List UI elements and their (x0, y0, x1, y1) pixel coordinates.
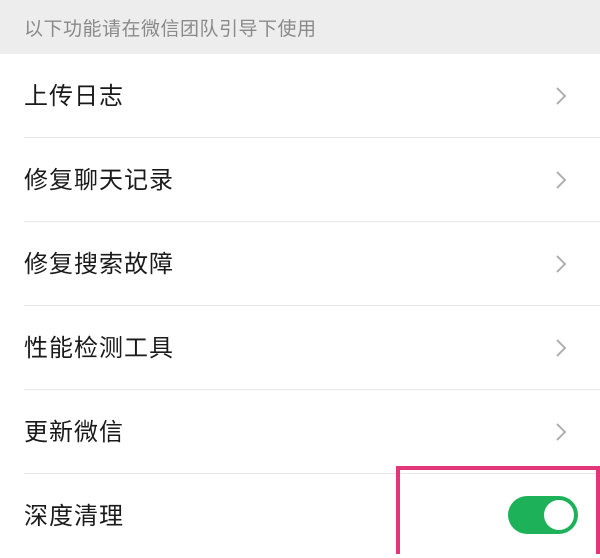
chevron-right-icon (556, 339, 567, 357)
chevron-right-icon (556, 87, 567, 105)
performance-tool-label: 性能检测工具 (24, 334, 174, 362)
chevron-right-icon (556, 171, 567, 189)
repair-chat-history-label: 修复聊天记录 (24, 166, 174, 194)
section-header-text: 以下功能请在微信团队引导下使用 (24, 17, 317, 40)
repair-search-label: 修复搜索故障 (24, 250, 174, 278)
deep-clean-toggle[interactable] (508, 496, 578, 534)
chevron-right-icon (556, 423, 567, 441)
update-wechat-row[interactable]: 更新微信 (0, 390, 600, 474)
repair-chat-history-row[interactable]: 修复聊天记录 (0, 138, 600, 222)
toggle-knob (544, 500, 574, 530)
upload-log-row[interactable]: 上传日志 (0, 54, 600, 138)
performance-tool-row[interactable]: 性能检测工具 (0, 306, 600, 390)
update-wechat-label: 更新微信 (24, 418, 124, 446)
chevron-right-icon (556, 255, 567, 273)
repair-search-row[interactable]: 修复搜索故障 (0, 222, 600, 306)
upload-log-label: 上传日志 (24, 82, 124, 110)
deep-clean-label: 深度清理 (24, 502, 124, 530)
section-header: 以下功能请在微信团队引导下使用 (0, 0, 600, 54)
